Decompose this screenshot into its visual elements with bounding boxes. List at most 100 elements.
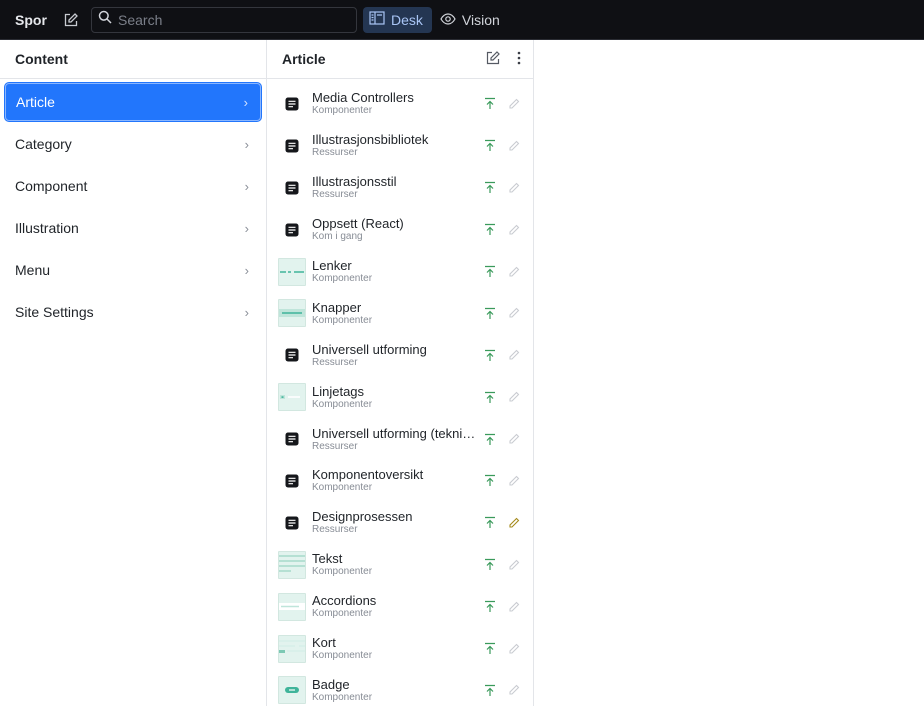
thumbnail-links-icon xyxy=(278,257,306,286)
article-item-text: Media Controllers Komponenter xyxy=(312,90,477,117)
article-item-title: Lenker xyxy=(312,258,352,273)
brand-name[interactable]: Spor xyxy=(15,12,51,28)
content-item-component[interactable]: Component › xyxy=(5,167,261,205)
edit-pencil-icon xyxy=(507,306,521,320)
thumbnail-linetags-icon xyxy=(278,383,306,412)
empty-main-area xyxy=(535,40,924,706)
article-list-item[interactable]: Komponentoversikt Komponenter xyxy=(267,460,533,502)
search-box[interactable] xyxy=(91,6,357,33)
article-item-subtitle: Ressurser xyxy=(312,356,358,368)
article-item-text: Komponentoversikt Komponenter xyxy=(312,467,477,494)
eye-icon xyxy=(440,12,456,28)
chevron-right-icon: › xyxy=(243,94,248,110)
article-item-title: Tekst xyxy=(312,551,343,567)
article-pane-title: Article xyxy=(282,51,326,67)
article-list-item[interactable]: Media Controllers Komponenter xyxy=(267,83,533,125)
article-list-item[interactable]: Illustrasjonsbibliotek Ressurser xyxy=(267,125,533,167)
article-item-title: Kort xyxy=(312,635,336,651)
thumbnail-badge-icon xyxy=(278,676,306,705)
content-pane: Content Article › Category › Component ›… xyxy=(0,40,267,706)
article-item-text: Kort Komponenter xyxy=(312,635,477,662)
published-icon xyxy=(483,223,497,237)
article-item-subtitle: Komponenter xyxy=(312,105,373,117)
search-icon xyxy=(98,10,112,29)
thumbnail-accordions-icon xyxy=(278,592,306,621)
edit-pencil-icon xyxy=(507,97,521,111)
published-icon xyxy=(483,600,497,614)
article-pane: Article Media Controllers Komponenter Illu… xyxy=(267,40,534,706)
content-item-article[interactable]: Article › xyxy=(5,83,261,121)
article-item-text: Accordions Komponenter xyxy=(312,593,477,620)
article-item-title: Media Controllers xyxy=(312,90,414,106)
compose-icon[interactable] xyxy=(61,10,81,30)
edit-pencil-icon xyxy=(507,642,521,656)
published-icon xyxy=(483,474,497,488)
edit-pencil-icon xyxy=(507,265,521,279)
article-item-title: Illustrasjonsbibliotek xyxy=(312,132,429,148)
article-item-title: Badge xyxy=(312,676,350,692)
article-item-title: Komponentoversikt xyxy=(312,467,424,483)
article-item-title: Universell utforming xyxy=(312,341,427,357)
desk-icon xyxy=(369,11,385,28)
article-item-text: Illustrasjonsbibliotek Ressurser xyxy=(312,132,477,159)
article-list-item[interactable]: Linjetags Komponenter xyxy=(267,376,533,418)
article-item-title: Illustrasjonsstil xyxy=(312,174,397,190)
article-item-text: Badge Komponenter xyxy=(312,677,477,704)
published-icon xyxy=(483,139,497,153)
edit-pencil-icon xyxy=(507,558,521,572)
search-input[interactable] xyxy=(118,11,338,28)
published-icon xyxy=(483,642,497,656)
chevron-right-icon: › xyxy=(244,178,249,194)
content-item-label: Article xyxy=(16,94,55,110)
article-list-item[interactable]: Oppsett (React) Kom i gang xyxy=(267,209,533,251)
document-icon xyxy=(278,90,306,118)
article-list-item[interactable]: Designprosessen Ressurser xyxy=(267,502,533,544)
article-item-title: Designprosessen xyxy=(312,509,413,525)
article-item-text: Illustrasjonsstil Ressurser xyxy=(312,174,477,201)
article-list-item[interactable]: Universell utforming Ressurser xyxy=(267,334,533,376)
chevron-right-icon: › xyxy=(244,304,249,320)
published-icon xyxy=(483,348,497,362)
content-item-label: Category xyxy=(15,136,72,152)
vision-tool-button[interactable]: Vision xyxy=(434,7,509,33)
article-item-subtitle: Kom i gang xyxy=(312,231,363,243)
article-item-subtitle: Komponenter xyxy=(312,608,373,620)
content-pane-header: Content xyxy=(0,40,266,79)
document-icon xyxy=(278,341,306,369)
chevron-right-icon: › xyxy=(244,220,249,236)
thumbnail-buttons-icon xyxy=(278,299,306,328)
content-item-category[interactable]: Category › xyxy=(5,125,261,163)
article-list-item[interactable]: Badge Komponenter xyxy=(267,669,533,711)
content-item-menu[interactable]: Menu › xyxy=(5,251,261,289)
article-list-item[interactable]: Kort Komponenter xyxy=(267,628,533,670)
article-list-item[interactable]: Universell utforming (teknisk... Ressurse… xyxy=(267,418,533,460)
article-item-text: Lenker Komponenter xyxy=(312,258,477,285)
article-list-item[interactable]: Accordions Komponenter xyxy=(267,586,533,628)
document-icon xyxy=(278,216,306,244)
edit-pencil-icon xyxy=(507,139,521,153)
published-icon xyxy=(483,558,497,572)
article-item-subtitle: Ressurser xyxy=(312,440,358,452)
article-item-subtitle: Komponenter xyxy=(312,273,373,284)
content-item-illustration[interactable]: Illustration › xyxy=(5,209,261,247)
article-list-item[interactable]: Tekst Komponenter xyxy=(267,544,533,586)
published-icon xyxy=(483,306,497,320)
article-item-subtitle: Komponenter xyxy=(312,398,373,410)
compose-icon[interactable] xyxy=(485,50,501,69)
content-item-site-settings[interactable]: Site Settings › xyxy=(5,293,261,331)
edit-pencil-icon xyxy=(507,600,521,614)
desk-tool-button[interactable]: Desk xyxy=(363,6,432,33)
more-options-icon[interactable] xyxy=(517,51,521,68)
top-navbar: Spor Desk Vision xyxy=(0,0,924,40)
article-list-item[interactable]: Knapper Komponenter xyxy=(267,292,533,334)
edit-pencil-icon xyxy=(507,348,521,362)
thumbnail-cards-icon xyxy=(278,634,306,663)
article-item-subtitle: Komponenter xyxy=(312,314,373,326)
published-icon xyxy=(483,265,497,279)
article-list-item[interactable]: Illustrasjonsstil Ressurser xyxy=(267,167,533,209)
published-icon xyxy=(483,97,497,111)
article-item-subtitle: Komponenter xyxy=(312,691,373,703)
article-list-item[interactable]: Lenker Komponenter xyxy=(267,251,533,293)
published-icon xyxy=(483,432,497,446)
article-item-title: Linjetags xyxy=(312,383,365,399)
